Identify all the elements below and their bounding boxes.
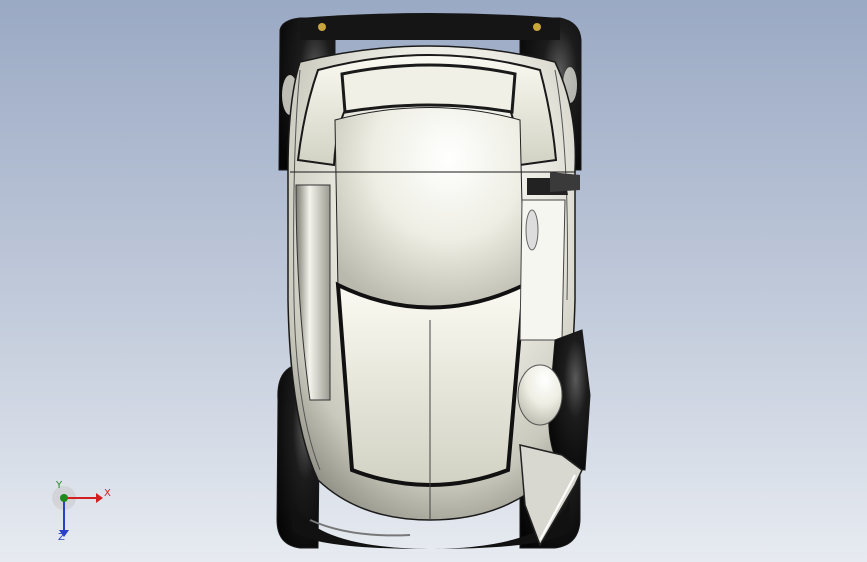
graphics-viewport[interactable]: X Y Z (0, 0, 867, 562)
y-axis-label: Y (56, 480, 63, 491)
z-axis-label: Z (58, 532, 65, 543)
hood-front-bar (300, 13, 560, 40)
coordinate-triad: X Y Z (40, 478, 120, 548)
y-axis-dot (60, 494, 68, 502)
rear-window (335, 281, 527, 487)
roof (334, 107, 525, 311)
car-model-top-view[interactable] (0, 0, 867, 562)
x-axis-label: X (104, 488, 111, 499)
